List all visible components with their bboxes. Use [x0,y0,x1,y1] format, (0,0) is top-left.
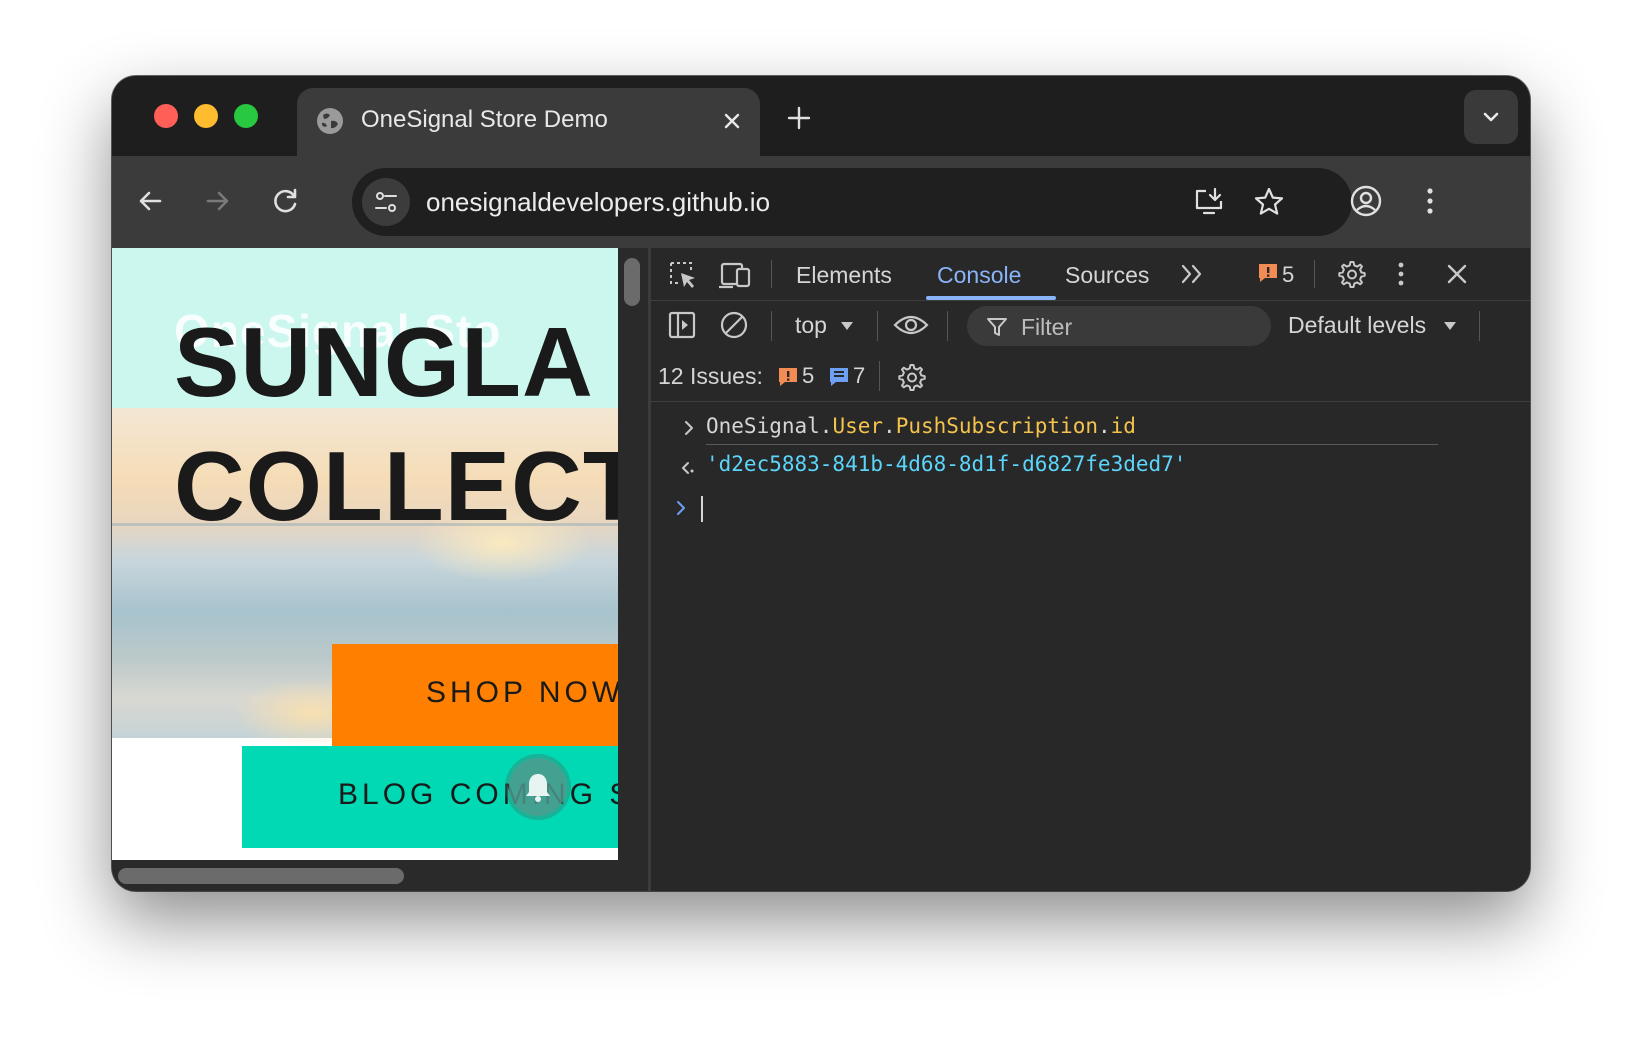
tab-search-button[interactable] [1464,90,1518,144]
console-result-string[interactable]: 'd2ec5883-841b-4d68-8d1f-d6827fe3ded7' [706,452,1186,476]
console-output[interactable]: OneSignal.User.PushSubscription.id 'd2ec… [651,402,1530,891]
shop-now-button[interactable]: SHOP NOW [332,644,618,746]
hero-title-line-1: SUNGLA [174,307,594,417]
inspect-element-icon[interactable] [667,259,699,291]
issues-settings-gear-icon[interactable] [895,361,927,393]
shop-now-label: SHOP NOW [426,676,618,709]
notification-bell-button[interactable] [509,758,567,816]
issues-error-count[interactable]: 5 [802,363,814,389]
more-tabs-chevron-icon[interactable] [1179,261,1207,287]
bookmark-star-icon[interactable] [1252,185,1286,219]
content-area: OneSignal Sto SUNGLA COLLECT SHOP NOW BL… [112,248,1530,891]
browser-toolbar: onesignaldevelopers.github.io [112,156,1530,248]
chevron-down-icon [1483,112,1499,122]
console-toolbar: top Filter Default levels [651,301,1530,351]
close-window-button[interactable] [154,104,178,128]
browser-window: OneSignal Store Demo onesignaldevelopers… [112,76,1530,891]
console-input-line[interactable]: OneSignal.User.PushSubscription.id [706,414,1136,438]
more-vertical-icon[interactable] [1412,183,1448,219]
issues-label[interactable]: 12 Issues: [658,363,763,390]
devtools-tab-bar: Elements Console Sources 5 [651,248,1530,301]
forward-arrow-icon[interactable] [200,183,236,219]
error-count[interactable]: 5 [1282,262,1294,288]
console-filter-input[interactable]: Filter [967,306,1271,346]
hero-title-line-2: COLLECT [174,431,618,541]
result-arrow-icon [682,462,694,474]
bell-icon [526,774,550,802]
page-vertical-scrollbar[interactable] [618,248,648,860]
page-horizontal-scroll-thumb[interactable] [118,868,404,884]
url-text[interactable]: onesignaldevelopers.github.io [426,187,770,218]
web-page-viewport[interactable]: OneSignal Sto SUNGLA COLLECT SHOP NOW BL… [112,248,618,860]
close-devtools-icon[interactable] [1443,260,1471,288]
back-arrow-icon[interactable] [132,183,168,219]
globe-icon [317,108,343,134]
active-tab-indicator [926,296,1056,300]
reload-icon[interactable] [268,183,304,219]
error-badge-icon[interactable] [1257,262,1279,284]
zoom-window-button[interactable] [234,104,258,128]
input-chevron-icon [685,421,693,435]
hero-title: SUNGLA COLLECT [174,300,618,548]
prompt-chevron-icon [677,501,685,515]
levels-dropdown-icon[interactable] [1442,319,1458,333]
close-icon[interactable] [717,106,747,136]
profile-icon[interactable] [1348,183,1384,219]
new-tab-icon[interactable] [784,103,814,133]
device-toolbar-icon[interactable] [719,259,753,291]
tab-title: OneSignal Store Demo [361,106,608,133]
blog-button-label: BLOG COMING S [338,778,618,811]
page-vertical-scroll-thumb[interactable] [624,258,640,306]
install-app-icon[interactable] [1192,185,1226,219]
tune-icon [375,192,397,212]
tab-elements[interactable]: Elements [796,262,892,289]
devtools-panel: Elements Console Sources 5 top Filter De… [651,248,1530,891]
issues-error-icon[interactable] [777,366,799,388]
issues-bar: 12 Issues: 5 7 [651,351,1530,402]
context-selector[interactable]: top [795,312,827,339]
devtools-more-icon[interactable] [1391,259,1411,289]
context-dropdown-icon[interactable] [839,319,855,333]
site-info-button[interactable] [362,178,410,226]
settings-gear-icon[interactable] [1335,258,1367,290]
minimize-window-button[interactable] [194,104,218,128]
issues-info-count[interactable]: 7 [853,363,865,389]
console-prompt-cursor[interactable] [701,496,703,522]
title-bar: OneSignal Store Demo [112,76,1530,156]
filter-placeholder: Filter [1021,314,1073,340]
tab-console[interactable]: Console [937,262,1021,289]
filter-icon [987,318,1007,336]
issues-info-icon[interactable] [828,366,850,388]
address-bar[interactable]: onesignaldevelopers.github.io [352,168,1352,236]
tab-sources[interactable]: Sources [1065,262,1149,289]
clear-console-icon[interactable] [719,310,749,340]
log-levels-dropdown[interactable]: Default levels [1288,312,1426,339]
sidebar-toggle-icon[interactable] [667,310,697,340]
browser-tab[interactable]: OneSignal Store Demo [297,88,760,156]
live-expression-eye-icon[interactable] [893,311,929,339]
